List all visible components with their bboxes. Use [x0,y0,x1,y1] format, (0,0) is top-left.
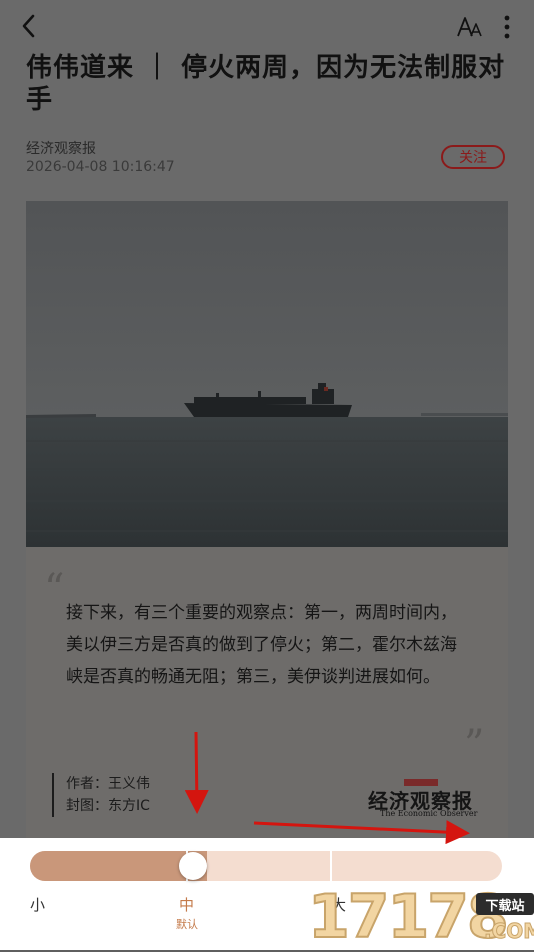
follow-button[interactable]: 关注 [441,145,505,169]
article-source[interactable]: 经济观察报 [26,138,96,158]
more-button[interactable] [498,14,516,40]
author-credit: 作者：王义伟 [66,776,150,792]
font-size-button[interactable] [456,15,484,39]
close-quote-mark: ” [464,722,485,768]
chevron-left-icon [22,14,35,38]
back-button[interactable] [16,12,44,40]
font-level-small[interactable]: 小 [30,894,45,915]
article-photo [26,201,508,547]
slider-tick [330,851,332,881]
more-vertical-icon [504,15,510,39]
font-level-medium[interactable]: 中 [179,894,194,915]
watermark-tag: 下载站 [476,893,534,915]
credit-block: 作者：王义伟 封图：东方IC [52,773,150,817]
open-quote-mark: “ [44,566,65,612]
watermark-suffix: .COM [483,919,534,944]
cover-credit: 封图：东方IC [66,798,150,814]
default-label: 默认 [176,918,198,931]
quote-text: 接下来，有三个重要的观察点：第一，两周时间内，美以伊三方是否真的做到了停火；第二… [66,603,457,687]
logo-english: The Economic Observer [380,809,478,818]
article-datetime: 2026-04-08 10:16:47 [26,159,175,175]
newspaper-logo: 经济观察报 The Economic Observer [366,775,486,819]
font-size-slider[interactable] [30,851,502,881]
font-size-icon [457,17,482,37]
top-bar [0,0,534,54]
article-page: 伟伟道来 ｜ 停火两周，因为无法制服对手 经济观察报 2026-04-08 10… [0,0,534,950]
article-title: 伟伟道来 ｜ 停火两周，因为无法制服对手 [26,53,506,115]
site-watermark: 17178 下载站 .COM [307,884,534,951]
cargo-ship-image [26,201,508,547]
quote-card: “ 接下来，有三个重要的观察点：第一，两周时间内，美以伊三方是否真的做到了停火；… [26,547,508,839]
slider-knob[interactable] [179,852,207,880]
